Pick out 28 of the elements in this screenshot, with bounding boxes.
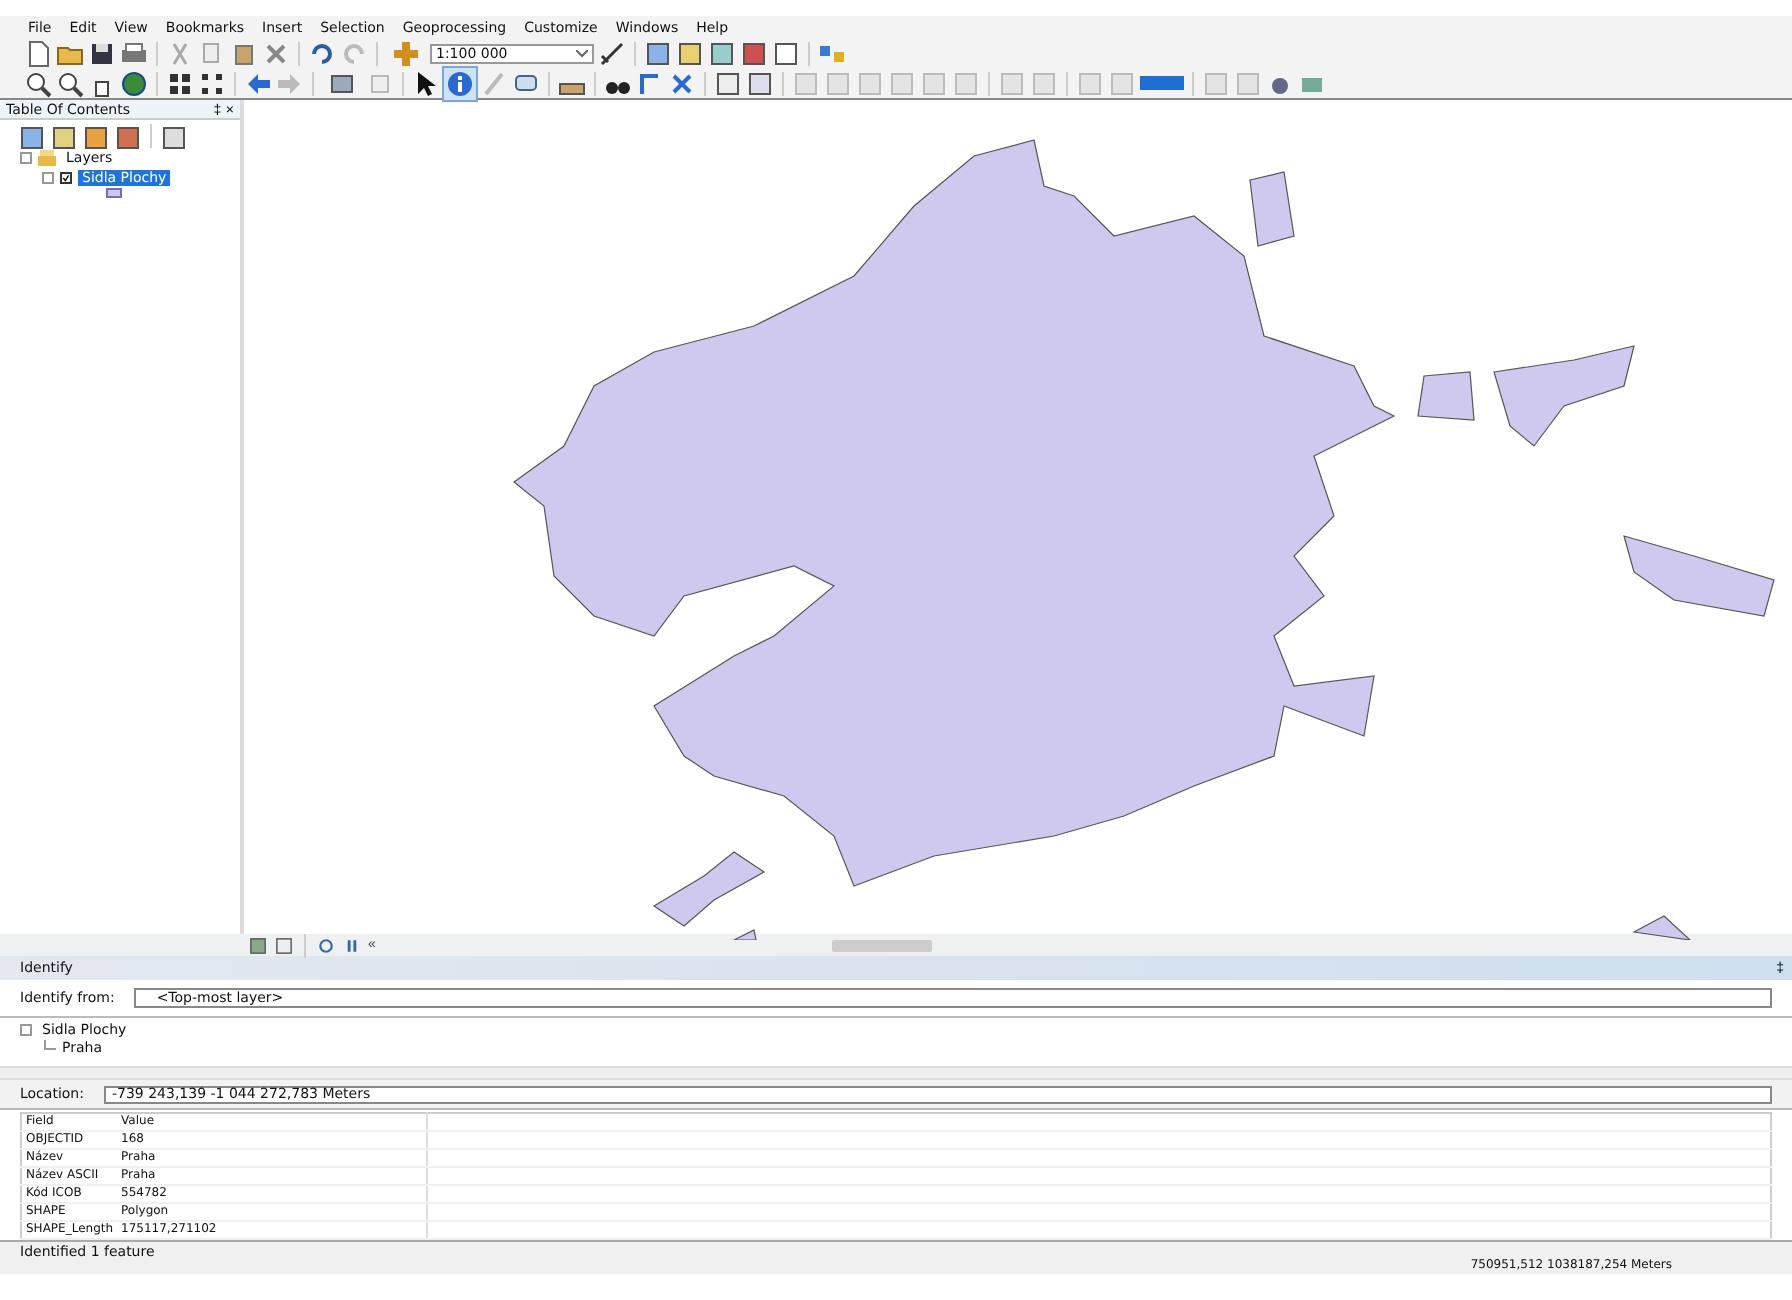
layers-icon xyxy=(38,150,56,166)
zoom-out-icon[interactable] xyxy=(56,69,84,97)
globe-icon[interactable] xyxy=(120,69,148,97)
identify-icon[interactable] xyxy=(444,67,476,99)
dropdown-caret-icon xyxy=(576,49,588,57)
collapse-toggle[interactable] xyxy=(20,152,32,164)
print-icon[interactable] xyxy=(120,39,148,67)
save-icon[interactable] xyxy=(88,39,116,67)
zoom-in-icon[interactable] xyxy=(24,69,52,97)
layer-symbol xyxy=(106,188,122,198)
map-polygon[interactable] xyxy=(1632,915,1692,940)
scrollbar-thumb[interactable] xyxy=(831,939,932,951)
pointer-icon[interactable] xyxy=(412,69,440,97)
map-polygon[interactable] xyxy=(652,851,766,927)
map-polygon[interactable] xyxy=(1623,535,1775,617)
collapse-toggle[interactable] xyxy=(20,1024,32,1036)
paste-icon[interactable] xyxy=(230,39,258,67)
layer-checkbox[interactable] xyxy=(60,172,72,184)
back-arrow-icon[interactable] xyxy=(244,69,272,97)
fixed-zoom-out-icon[interactable] xyxy=(198,69,226,97)
map-polygon[interactable] xyxy=(1493,345,1635,447)
fixed-zoom-in-icon[interactable] xyxy=(166,69,194,97)
map-polygon[interactable] xyxy=(1249,171,1295,247)
map-polygon[interactable] xyxy=(1417,371,1475,421)
color-swatch[interactable] xyxy=(1140,76,1184,90)
delete-icon[interactable] xyxy=(262,39,290,67)
collapse-toggle[interactable] xyxy=(42,172,54,184)
undo-icon[interactable] xyxy=(308,39,336,67)
